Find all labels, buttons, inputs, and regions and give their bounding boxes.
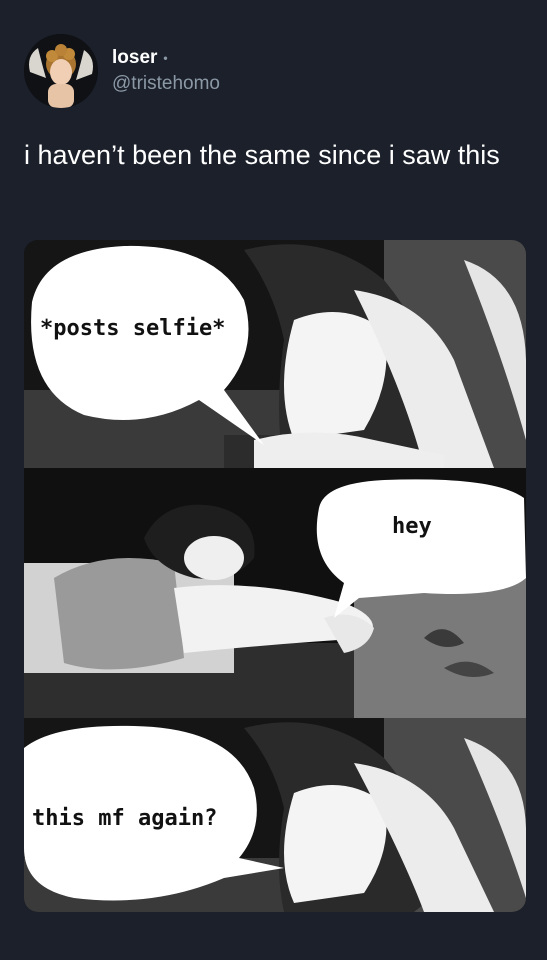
avatar[interactable] [24, 34, 98, 108]
separator-dot: • [163, 51, 168, 65]
display-name-text: loser [112, 47, 158, 68]
meme-panel-3: this mf again? [24, 718, 526, 912]
panel-3-caption: this mf again? [32, 806, 218, 831]
user-handle[interactable]: @tristehomo [112, 73, 220, 95]
panel-1-caption: *posts selfie* [40, 316, 226, 341]
tweet-header: loser • @tristehomo [24, 34, 220, 108]
display-name[interactable]: loser • [112, 47, 220, 69]
meme-panel-1: *posts selfie* [24, 240, 526, 468]
meme-image[interactable]: *posts selfie* hey this mf again? [24, 240, 526, 912]
panel-2-caption: hey [392, 514, 432, 539]
author-block: loser • @tristehomo [112, 47, 220, 95]
panel-2-illustration [24, 468, 526, 718]
tweet-text: i haven’t been the same since i saw this [24, 140, 500, 170]
cherub-avatar-icon [24, 34, 98, 108]
panel-1-illustration [24, 240, 526, 468]
meme-panel-2: hey [24, 468, 526, 718]
